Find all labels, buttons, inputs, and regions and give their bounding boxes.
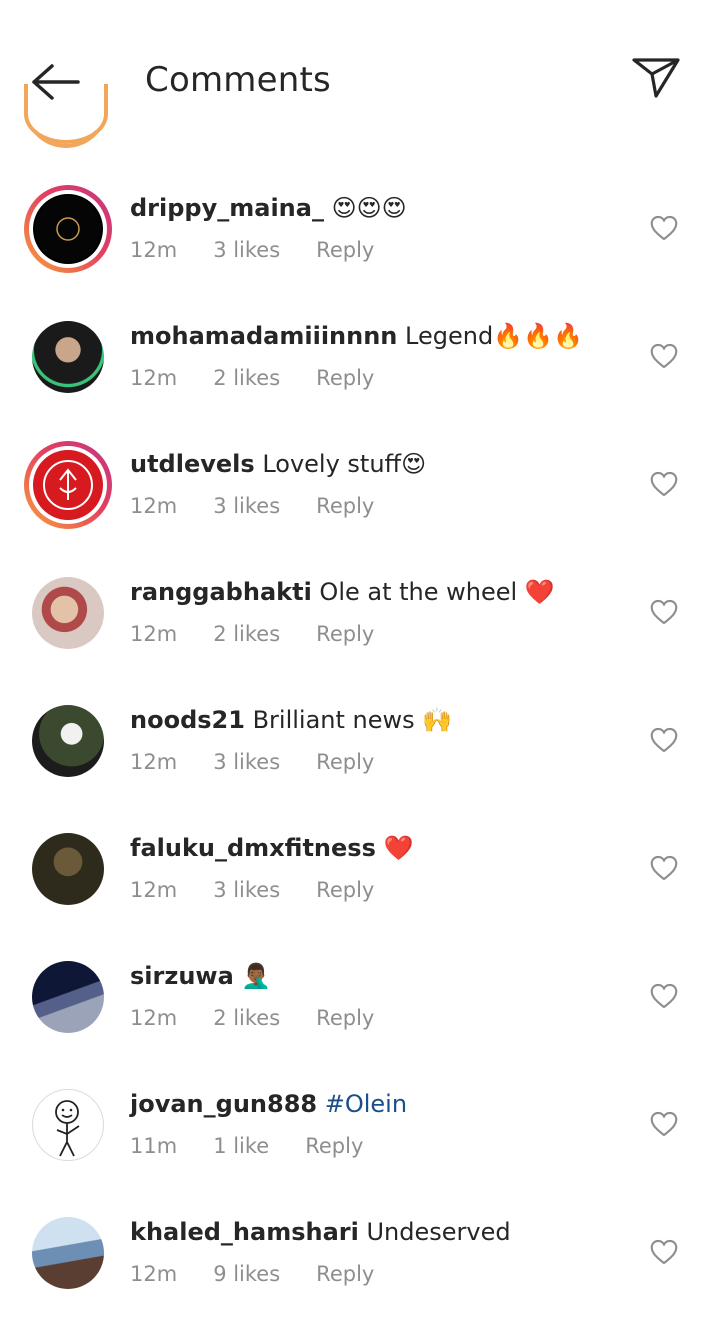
timestamp: 12m [130, 1006, 178, 1030]
heart-outline-icon[interactable] [650, 471, 678, 497]
comment-row: khaled_hamshari Undeserved 12m 9 likes Rep… [0, 1209, 720, 1337]
comment-meta: 12m 3 likes Reply [130, 235, 410, 265]
comment-text: utdlevels Lovely stuff😍 [130, 447, 630, 481]
previous-avatar-ring [24, 84, 108, 144]
comment-meta: 12m 9 likes Reply [130, 1259, 410, 1289]
avatar[interactable] [32, 577, 104, 649]
heart-outline-icon[interactable] [650, 343, 678, 369]
hashtag-link[interactable]: #Olein [325, 1090, 407, 1118]
timestamp: 12m [130, 878, 178, 902]
page-title: Comments [145, 60, 331, 100]
comment-row: faluku_dmxfitness ❤️ 12m 3 likes Reply [0, 825, 720, 953]
heart-outline-icon[interactable] [650, 983, 678, 1009]
comment-meta: 11m 1 like Reply [130, 1131, 399, 1161]
reply-button[interactable]: Reply [316, 1262, 374, 1286]
comment-text: mohamadamiiinnnn Legend🔥🔥🔥 [130, 319, 630, 353]
heart-outline-icon[interactable] [650, 1239, 678, 1265]
comment-row: noods21 Brilliant news 🙌 12m 3 likes Reply [0, 697, 720, 825]
comment-text: ranggabhakti Ole at the wheel ❤️ [130, 575, 630, 609]
timestamp: 11m [130, 1134, 178, 1158]
likes-count[interactable]: 3 likes [213, 494, 280, 518]
likes-count[interactable]: 2 likes [213, 366, 280, 390]
reply-button[interactable]: Reply [316, 1006, 374, 1030]
username[interactable]: khaled_hamshari [130, 1218, 359, 1246]
comment-body: Ole at the wheel ❤️ [311, 578, 555, 606]
avatar[interactable] [32, 705, 104, 777]
username[interactable]: utdlevels [130, 450, 255, 478]
comment-meta: 12m 2 likes Reply [130, 619, 410, 649]
timestamp: 12m [130, 494, 178, 518]
likes-count[interactable]: 9 likes [213, 1262, 280, 1286]
comment-body: Legend🔥🔥🔥 [397, 322, 583, 350]
username[interactable]: ranggabhakti [130, 578, 312, 606]
comment-row: utdlevels Lovely stuff😍 12m 3 likes Reply [0, 441, 720, 569]
reply-button[interactable]: Reply [316, 238, 374, 262]
comment-body: 🤦🏾‍♂️ [233, 962, 272, 990]
reply-button[interactable]: Reply [316, 622, 374, 646]
top-bar: Comments [0, 0, 720, 144]
comment-row: jovan_gun888 #Olein 11m 1 like Reply [0, 1081, 720, 1209]
comments-list: drippy_maina_ 😍😍😍 12m 3 likes Reply mohama… [0, 0, 720, 1313]
comment-body: 😍😍😍 [323, 194, 407, 222]
avatar[interactable] [32, 1089, 104, 1161]
comment-text: drippy_maina_ 😍😍😍 [130, 191, 630, 225]
bottom-edge [0, 1290, 720, 1313]
reply-button[interactable]: Reply [305, 1134, 363, 1158]
comment-text: jovan_gun888 #Olein [130, 1087, 630, 1121]
comment-meta: 12m 3 likes Reply [130, 747, 410, 777]
avatar[interactable] [32, 833, 104, 905]
comment-row: drippy_maina_ 😍😍😍 12m 3 likes Reply [0, 185, 720, 313]
comment-text: khaled_hamshari Undeserved [130, 1215, 630, 1249]
timestamp: 12m [130, 622, 178, 646]
comment-body: Lovely stuff😍 [254, 450, 427, 478]
comment-row: mohamadamiiinnnn Legend🔥🔥🔥 12m 2 likes Rep… [0, 313, 720, 441]
likes-count[interactable]: 2 likes [213, 1006, 280, 1030]
likes-count[interactable]: 1 like [213, 1134, 269, 1158]
heart-outline-icon[interactable] [650, 599, 678, 625]
comment-text: faluku_dmxfitness ❤️ [130, 831, 630, 865]
username[interactable]: faluku_dmxfitness [130, 834, 376, 862]
comment-text: sirzuwa 🤦🏾‍♂️ [130, 959, 630, 993]
username[interactable]: noods21 [130, 706, 245, 734]
username[interactable]: drippy_maina_ [130, 194, 324, 222]
comment-body [317, 1090, 325, 1118]
paper-plane-icon[interactable] [628, 52, 684, 100]
likes-count[interactable]: 2 likes [213, 622, 280, 646]
heart-outline-icon[interactable] [650, 215, 678, 241]
username[interactable]: sirzuwa [130, 962, 234, 990]
stick-figure-icon [55, 1100, 80, 1157]
comment-meta: 12m 3 likes Reply [130, 875, 410, 905]
username[interactable]: mohamadamiiinnnn [130, 322, 397, 350]
comment-body: ❤️ [375, 834, 414, 862]
reply-button[interactable]: Reply [316, 366, 374, 390]
avatar[interactable] [24, 441, 112, 529]
avatar[interactable] [32, 961, 104, 1033]
comment-text: noods21 Brilliant news 🙌 [130, 703, 630, 737]
timestamp: 12m [130, 1262, 178, 1286]
comment-meta: 12m 2 likes Reply [130, 1003, 410, 1033]
likes-count[interactable]: 3 likes [213, 238, 280, 262]
avatar[interactable] [24, 185, 112, 273]
timestamp: 12m [130, 750, 178, 774]
comment-meta: 12m 2 likes Reply [130, 363, 410, 393]
comment-row: ranggabhakti Ole at the wheel ❤️ 12m 2 li… [0, 569, 720, 697]
comment-row: sirzuwa 🤦🏾‍♂️ 12m 2 likes Reply [0, 953, 720, 1081]
heart-outline-icon[interactable] [650, 727, 678, 753]
timestamp: 12m [130, 366, 178, 390]
reply-button[interactable]: Reply [316, 878, 374, 902]
comment-body: Undeserved [358, 1218, 511, 1246]
likes-count[interactable]: 3 likes [213, 750, 280, 774]
avatar[interactable] [32, 1217, 104, 1289]
timestamp: 12m [130, 238, 178, 262]
username[interactable]: jovan_gun888 [130, 1090, 317, 1118]
reply-button[interactable]: Reply [316, 750, 374, 774]
comment-meta: 12m 3 likes Reply [130, 491, 410, 521]
likes-count[interactable]: 3 likes [213, 878, 280, 902]
heart-outline-icon[interactable] [650, 855, 678, 881]
avatar[interactable] [32, 321, 104, 393]
heart-outline-icon[interactable] [650, 1111, 678, 1137]
comment-body: Brilliant news 🙌 [244, 706, 453, 734]
reply-button[interactable]: Reply [316, 494, 374, 518]
